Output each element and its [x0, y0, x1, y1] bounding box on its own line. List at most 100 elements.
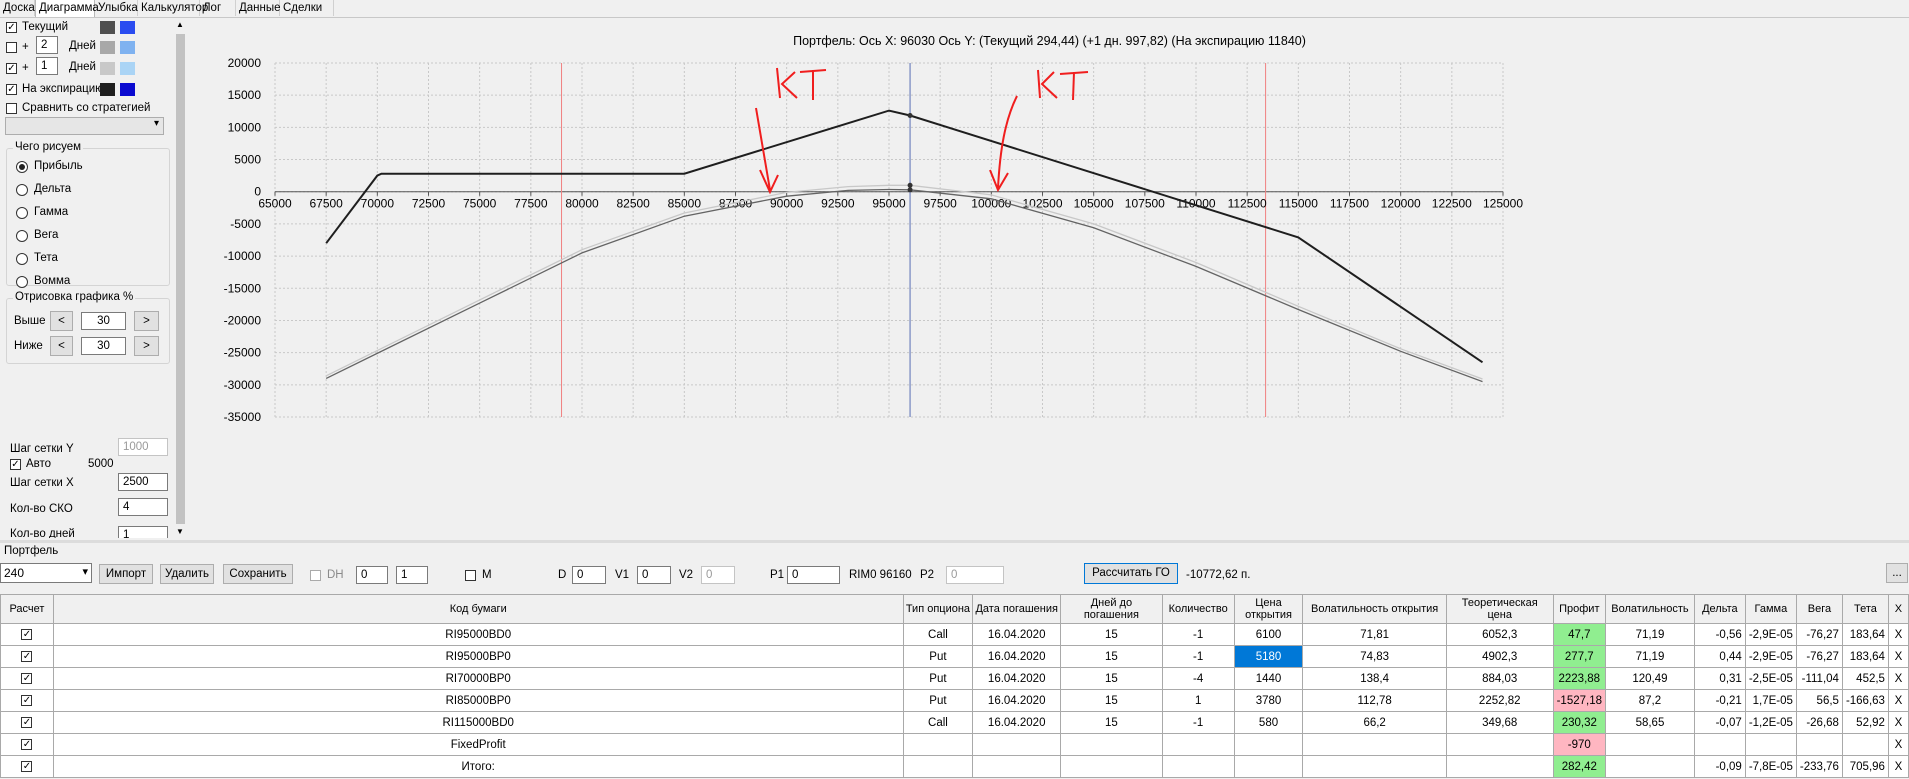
- strategy-dropdown[interactable]: ▾: [5, 117, 164, 135]
- column-header[interactable]: Тета: [1841, 594, 1889, 624]
- tab-smile[interactable]: Улыбка: [95, 0, 138, 16]
- current-checkbox[interactable]: ✓: [6, 22, 17, 33]
- grid-x-input[interactable]: 2500: [118, 473, 168, 491]
- row-checkbox[interactable]: ✓: [21, 760, 33, 772]
- below-increase-button[interactable]: >: [134, 336, 159, 356]
- compare-checkbox[interactable]: [6, 103, 17, 114]
- chart-canvas[interactable]: 20000150001000050000-5000-10000-15000-20…: [190, 20, 1909, 535]
- portfolio-select[interactable]: 240 ▾: [0, 563, 92, 583]
- column-header[interactable]: Вега: [1795, 594, 1843, 624]
- scroll-down-icon[interactable]: ▼: [176, 527, 184, 536]
- days2-checkbox[interactable]: [6, 42, 17, 53]
- column-header[interactable]: X: [1887, 594, 1909, 624]
- import-button[interactable]: Импорт: [99, 564, 153, 584]
- days1-checkbox[interactable]: ✓: [6, 63, 17, 74]
- column-header[interactable]: Дельта: [1693, 594, 1746, 624]
- delete-button[interactable]: Удалить: [160, 564, 214, 584]
- below-input[interactable]: 30: [81, 337, 126, 355]
- days2-input[interactable]: 2: [36, 36, 58, 54]
- remove-row-button[interactable]: X: [1887, 689, 1909, 712]
- v2-input[interactable]: 0: [701, 566, 735, 584]
- radio-profit[interactable]: [16, 161, 28, 173]
- expiry-checkbox[interactable]: ✓: [6, 84, 17, 95]
- calc-go-button[interactable]: Рассчитать ГО: [1084, 563, 1178, 584]
- row-calc-checkbox-cell[interactable]: ✓: [0, 733, 54, 756]
- row-calc-checkbox-cell[interactable]: ✓: [0, 689, 54, 712]
- above-decrease-button[interactable]: <: [50, 311, 73, 331]
- column-header[interactable]: Волатильность открытия: [1302, 594, 1447, 624]
- days-count-input[interactable]: 1: [118, 526, 168, 538]
- remove-row-button[interactable]: X: [1887, 667, 1909, 690]
- tab-data[interactable]: Данные: [236, 0, 281, 16]
- scroll-up-icon[interactable]: ▲: [176, 20, 184, 29]
- tab-calculator[interactable]: Калькулятор: [138, 0, 208, 16]
- spin1-input[interactable]: 0: [356, 566, 388, 584]
- tab-board[interactable]: Доска: [0, 0, 35, 16]
- row-calc-checkbox-cell[interactable]: ✓: [0, 623, 54, 646]
- save-button[interactable]: Сохранить: [223, 564, 293, 584]
- column-header[interactable]: Профит: [1552, 594, 1607, 624]
- spin2-input[interactable]: 1: [396, 566, 428, 584]
- row-checkbox[interactable]: ✓: [21, 738, 33, 750]
- expiry-light-swatch[interactable]: [120, 83, 135, 96]
- radio-vomma[interactable]: [16, 276, 28, 288]
- row-checkbox[interactable]: ✓: [21, 650, 33, 662]
- remove-row-button[interactable]: X: [1887, 733, 1909, 756]
- remove-row-button[interactable]: X: [1887, 623, 1909, 646]
- row-calc-checkbox-cell[interactable]: ✓: [0, 711, 54, 734]
- row-calc-checkbox-cell[interactable]: ✓: [0, 755, 54, 778]
- days2-dark-swatch[interactable]: [100, 41, 115, 54]
- row-calc-checkbox-cell[interactable]: ✓: [0, 645, 54, 668]
- days2-light-swatch[interactable]: [120, 41, 135, 54]
- below-decrease-button[interactable]: <: [50, 336, 73, 356]
- radio-vega[interactable]: [16, 230, 28, 242]
- days1-input[interactable]: 1: [36, 57, 58, 75]
- panel-splitter[interactable]: [0, 540, 1909, 543]
- column-header[interactable]: Дней до погашения: [1060, 594, 1163, 624]
- row-calc-checkbox-cell[interactable]: ✓: [0, 667, 54, 690]
- column-header[interactable]: Количество: [1161, 594, 1235, 624]
- column-header[interactable]: Код бумаги: [52, 594, 904, 624]
- row-checkbox[interactable]: ✓: [21, 716, 33, 728]
- table-row[interactable]: ✓ RI85000BP0 Put 16.04.2020 15 1 3780 112,78 225…: [0, 689, 1909, 712]
- remove-row-button[interactable]: X: [1887, 645, 1909, 668]
- left-panel-scrollbar[interactable]: ▲ ▼: [174, 18, 187, 538]
- table-row[interactable]: ✓ RI95000BD0 Call 16.04.2020 15 -1 6100 71,81 60…: [0, 623, 1909, 646]
- column-header[interactable]: Гамма: [1744, 594, 1797, 624]
- column-header[interactable]: Волатильность: [1605, 594, 1695, 624]
- days1-light-swatch[interactable]: [120, 62, 135, 75]
- table-row[interactable]: ✓ Итого: 282,42 -0,09 -7,8E-05 -233,76 705,96 X: [0, 755, 1909, 778]
- scrollbar-thumb[interactable]: [176, 34, 185, 524]
- row-checkbox[interactable]: ✓: [21, 672, 33, 684]
- column-header[interactable]: Тип опциона: [902, 594, 974, 624]
- radio-theta[interactable]: [16, 253, 28, 265]
- dh-checkbox[interactable]: [310, 570, 321, 581]
- p2-input[interactable]: 0: [946, 566, 1004, 584]
- current-light-swatch[interactable]: [120, 21, 135, 34]
- column-header[interactable]: Расчет: [0, 594, 54, 624]
- column-header[interactable]: Цена открытия: [1233, 594, 1304, 624]
- days1-dark-swatch[interactable]: [100, 62, 115, 75]
- sko-input[interactable]: 4: [118, 498, 168, 516]
- v1-input[interactable]: 0: [637, 566, 671, 584]
- grid-y-input[interactable]: 1000: [118, 438, 168, 456]
- row-checkbox[interactable]: ✓: [21, 628, 33, 640]
- radio-delta[interactable]: [16, 184, 28, 196]
- tab-deals[interactable]: Сделки: [280, 0, 334, 16]
- above-input[interactable]: 30: [81, 312, 126, 330]
- table-row[interactable]: ✓ RI70000BP0 Put 16.04.2020 15 -4 1440 138,4 884…: [0, 667, 1909, 690]
- column-header[interactable]: Теоретическая цена: [1445, 594, 1554, 624]
- tab-diagram[interactable]: Диаграмма: [35, 0, 99, 17]
- row-checkbox[interactable]: ✓: [21, 694, 33, 706]
- radio-gamma[interactable]: [16, 207, 28, 219]
- column-header[interactable]: Дата погашения: [972, 594, 1062, 624]
- table-row[interactable]: ✓ RI115000BD0 Call 16.04.2020 15 -1 580 66,2 349…: [0, 711, 1909, 734]
- p1-input[interactable]: 0: [787, 566, 840, 584]
- current-dark-swatch[interactable]: [100, 21, 115, 34]
- more-button[interactable]: ...: [1886, 563, 1908, 583]
- d-input[interactable]: 0: [572, 566, 606, 584]
- m-checkbox[interactable]: [465, 570, 476, 581]
- table-row[interactable]: ✓ RI95000BP0 Put 16.04.2020 15 -1 5180 74,83 490…: [0, 645, 1909, 668]
- profit-chart[interactable]: Портфель: Ось X: 96030 Ось Y: (Текущий 2…: [190, 20, 1909, 535]
- remove-row-button[interactable]: X: [1887, 711, 1909, 734]
